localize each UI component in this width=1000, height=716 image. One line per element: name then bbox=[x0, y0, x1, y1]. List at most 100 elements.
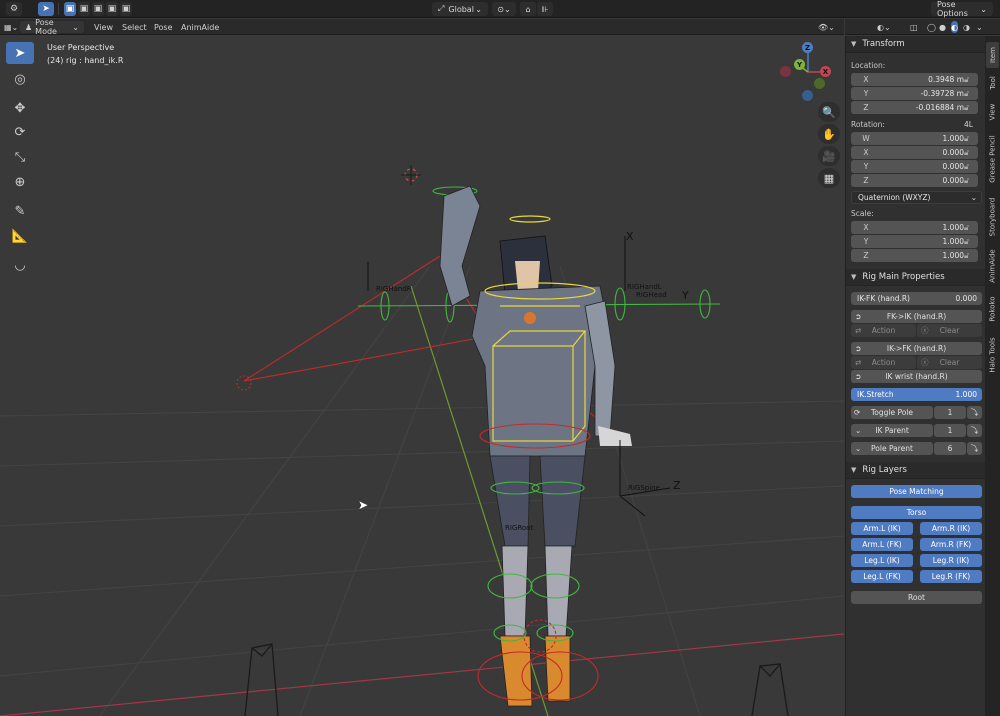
tab-halo-tools[interactable]: Halo Tools bbox=[986, 330, 999, 380]
gizmo-x-ball[interactable]: X bbox=[820, 66, 831, 77]
transform-header[interactable]: ▼ Transform bbox=[846, 36, 986, 53]
scale-icon[interactable]: ⤡ bbox=[6, 146, 34, 168]
menu-view[interactable]: View bbox=[94, 21, 113, 33]
select-mode-new-icon[interactable]: ▣ bbox=[64, 2, 76, 16]
gizmo-neg-z-ball[interactable] bbox=[802, 90, 813, 101]
grid-perspective-icon[interactable]: ▦ bbox=[818, 168, 840, 188]
rotation-w-field[interactable]: W 1.000 bbox=[851, 132, 978, 145]
rig-layers-header[interactable]: ▼ Rig Layers bbox=[846, 462, 986, 479]
layer-leg-r-fk[interactable]: Leg.R (FK) bbox=[920, 570, 982, 583]
pole-parent-value[interactable]: 6 bbox=[934, 442, 966, 455]
layer-leg-l-fk[interactable]: Leg.L (FK) bbox=[851, 570, 913, 583]
tab-tool[interactable]: Tool bbox=[986, 70, 999, 96]
layer-arm-l-ik[interactable]: Arm.L (IK) bbox=[851, 522, 913, 535]
layer-pose-matching[interactable]: Pose Matching bbox=[851, 485, 982, 498]
layer-arm-l-fk[interactable]: Arm.L (FK) bbox=[851, 538, 913, 551]
rotation-z-field[interactable]: Z 0.000 bbox=[851, 174, 978, 187]
gizmo-neg-x-ball[interactable] bbox=[780, 66, 791, 77]
navigation-gizmo[interactable]: Z X Y bbox=[778, 40, 831, 104]
menu-animaide[interactable]: AnimAide bbox=[181, 21, 219, 33]
layer-leg-r-ik[interactable]: Leg.R (IK) bbox=[920, 554, 982, 567]
select-mode-subtract-icon[interactable]: ▣ bbox=[92, 2, 104, 16]
shading-rendered-icon[interactable]: ◑ bbox=[963, 21, 970, 33]
eyedropper-icon[interactable]: ⤵ bbox=[967, 442, 982, 455]
gizmo-neg-y-ball[interactable] bbox=[814, 78, 825, 89]
view-object-types-icon[interactable]: 👁⌄ bbox=[818, 21, 835, 33]
select-mode-extend-icon[interactable]: ▣ bbox=[78, 2, 90, 16]
eyedropper-icon[interactable]: ⤵ bbox=[967, 424, 982, 437]
tab-item[interactable]: Item bbox=[986, 42, 999, 68]
tab-storyboard[interactable]: Storyboard bbox=[986, 192, 999, 242]
toggle-pole-button[interactable]: ⟳ Toggle Pole bbox=[851, 406, 933, 419]
toggle-pole-value[interactable]: 1 bbox=[934, 406, 966, 419]
ik-wrist-button[interactable]: ➲ IK wrist (hand.R) bbox=[851, 370, 982, 383]
select-tool-icon[interactable]: ➤ bbox=[38, 2, 54, 16]
snap-toggle-icon[interactable]: ⌂ bbox=[520, 2, 536, 16]
scale-z-field[interactable]: Z 1.000 bbox=[851, 249, 978, 262]
location-x-field[interactable]: X 0.3948 m bbox=[851, 73, 978, 86]
tab-animaide[interactable]: AnimAide bbox=[986, 244, 999, 288]
select-box-icon[interactable]: ➤ bbox=[6, 42, 34, 64]
tab-grease-pencil[interactable]: Grease Pencil bbox=[986, 128, 999, 190]
zoom-icon[interactable]: 🔍 bbox=[818, 102, 840, 122]
cursor-icon[interactable]: ◎ bbox=[6, 68, 34, 90]
lock-icon[interactable]: 🔓︎ bbox=[964, 251, 969, 261]
3d-viewport[interactable]: User Perspective (24) rig : hand_ik.R RI… bbox=[0, 36, 844, 716]
move-icon[interactable]: ✥ bbox=[6, 97, 34, 119]
ik-to-fk-button[interactable]: ➲ IK->FK (hand.R) bbox=[851, 342, 982, 355]
tab-rokoko[interactable]: Rokoko bbox=[986, 290, 999, 328]
lock-icon[interactable]: 🔓︎ bbox=[964, 89, 969, 99]
relax-icon[interactable]: ◡ bbox=[6, 254, 34, 276]
shading-material-icon[interactable]: ◐ bbox=[951, 21, 958, 33]
rotation-lock-4l-toggle[interactable]: 4L bbox=[964, 120, 973, 129]
rotation-y-field[interactable]: Y 0.000 bbox=[851, 160, 978, 173]
menu-select[interactable]: Select bbox=[122, 21, 147, 33]
location-y-field[interactable]: Y -0.39728 m bbox=[851, 87, 978, 100]
lock-icon[interactable]: 🔓︎ bbox=[964, 134, 969, 144]
tab-view[interactable]: View bbox=[986, 98, 999, 126]
lock-icon[interactable]: 🔓︎ bbox=[964, 223, 969, 233]
overlays-icon[interactable]: ◐⌄ bbox=[877, 21, 891, 33]
rotate-icon[interactable]: ⟳ bbox=[6, 121, 34, 143]
select-mode-intersect-icon[interactable]: ▣ bbox=[120, 2, 132, 16]
clear-fk-ik-button[interactable]: ⓧ Clear bbox=[917, 324, 982, 337]
xray-icon[interactable]: ◫ bbox=[910, 21, 918, 33]
clear-ik-fk-button[interactable]: ⓧ Clear bbox=[917, 356, 982, 369]
ik-parent-value[interactable]: 1 bbox=[934, 424, 966, 437]
select-mode-invert-icon[interactable]: ▣ bbox=[106, 2, 118, 16]
gizmo-y-ball[interactable]: Y bbox=[794, 59, 805, 70]
eyedropper-icon[interactable]: ⤵ bbox=[967, 406, 982, 419]
layer-arm-r-fk[interactable]: Arm.R (FK) bbox=[920, 538, 982, 551]
pole-parent-dropdown[interactable]: ⌄ Pole Parent bbox=[851, 442, 933, 455]
layer-leg-l-ik[interactable]: Leg.L (IK) bbox=[851, 554, 913, 567]
rotation-x-field[interactable]: X 0.000 bbox=[851, 146, 978, 159]
rotation-mode-dropdown[interactable]: Quaternion (WXYZ) ⌄ bbox=[851, 191, 982, 204]
lock-icon[interactable]: 🔓︎ bbox=[964, 176, 969, 186]
pan-hand-icon[interactable]: ✋ bbox=[818, 124, 840, 144]
action-fk-ik-button[interactable]: ⇄ Action bbox=[851, 324, 916, 337]
action-ik-fk-button[interactable]: ⇄ Action bbox=[851, 356, 916, 369]
rig-main-header[interactable]: ▼ Rig Main Properties bbox=[846, 269, 986, 286]
layer-arm-r-ik[interactable]: Arm.R (IK) bbox=[920, 522, 982, 535]
lock-icon[interactable]: 🔓︎ bbox=[964, 103, 969, 113]
scale-y-field[interactable]: Y 1.000 bbox=[851, 235, 978, 248]
menu-pose[interactable]: Pose bbox=[154, 21, 173, 33]
lock-icon[interactable]: 🔓︎ bbox=[964, 237, 969, 247]
shading-solid-icon[interactable]: ● bbox=[939, 21, 946, 33]
shading-wireframe-icon[interactable]: ◯ bbox=[927, 21, 936, 33]
fk-to-ik-button[interactable]: ➲ FK->IK (hand.R) bbox=[851, 310, 982, 323]
scale-x-field[interactable]: X 1.000 bbox=[851, 221, 978, 234]
lock-icon[interactable]: 🔓︎ bbox=[964, 148, 969, 158]
ik-stretch-slider[interactable]: IK.Stretch 1.000 bbox=[851, 388, 982, 401]
transform-icon[interactable]: ⊕ bbox=[6, 171, 34, 193]
pivot-point-dropdown[interactable]: ⊙⌄ bbox=[492, 2, 516, 16]
lock-icon[interactable]: 🔓︎ bbox=[964, 162, 969, 172]
lock-icon[interactable]: 🔓︎ bbox=[964, 75, 969, 85]
measure-icon[interactable]: 📐 bbox=[6, 225, 34, 247]
annotate-icon[interactable]: ✎ bbox=[6, 200, 34, 222]
transform-orientation-dropdown[interactable]: ⤢ Global ⌄ bbox=[432, 2, 488, 16]
layer-torso[interactable]: Torso bbox=[851, 506, 982, 519]
camera-icon[interactable]: 🎥 bbox=[818, 146, 840, 166]
pose-options-dropdown[interactable]: Pose Options ⌄ bbox=[931, 0, 993, 18]
location-z-field[interactable]: Z -0.016884 m bbox=[851, 101, 978, 114]
